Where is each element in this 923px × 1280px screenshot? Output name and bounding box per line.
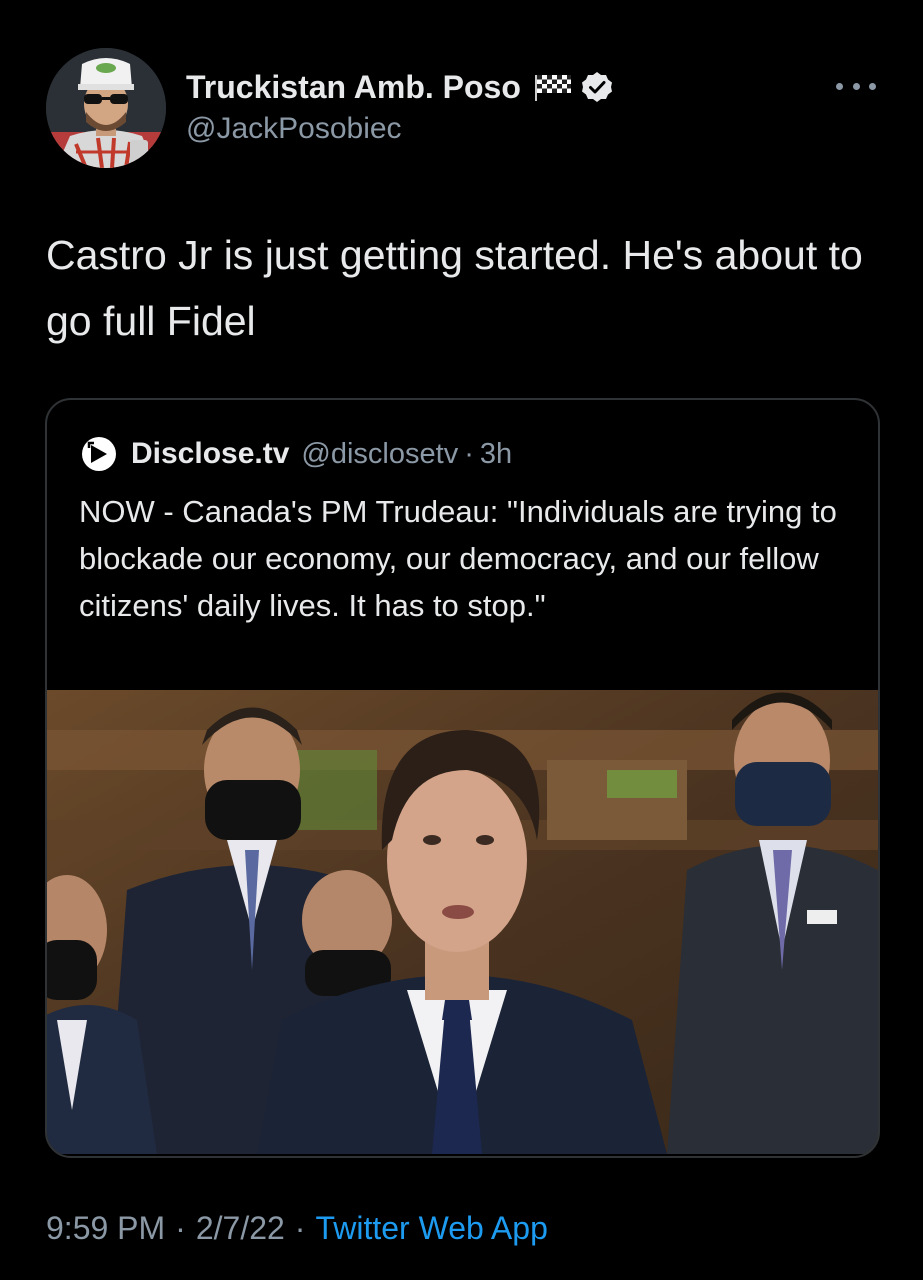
tweet-author: Truckistan Amb. Poso @JackPosobiec: [186, 64, 613, 146]
tweet-date[interactable]: 2/7/22: [196, 1210, 285, 1247]
tweet-text: Castro Jr is just getting started. He's …: [46, 232, 863, 344]
tweet-footer: 9:59 PM · 2/7/22 · Twitter Web App: [46, 1210, 548, 1247]
author-handle[interactable]: @JackPosobiec: [186, 112, 613, 146]
more-options-icon[interactable]: [836, 74, 876, 98]
quoted-display-name[interactable]: Disclose.tv: [131, 437, 289, 471]
quoted-tweet[interactable]: Disclose.tv @disclosetv · 3h NOW - Canad…: [45, 398, 880, 1158]
verified-badge-icon: [581, 72, 612, 102]
disclose-tv-logo-icon: [82, 437, 116, 471]
more-dot: [836, 82, 843, 90]
tweet-time[interactable]: 9:59 PM: [46, 1210, 165, 1247]
avatar-image: [46, 48, 166, 168]
checkered-flag-icon: [534, 75, 571, 101]
quoted-handle[interactable]: @disclosetv: [301, 438, 458, 471]
footer-separator: ·: [175, 1210, 186, 1246]
footer-separator: ·: [294, 1210, 306, 1246]
quoted-tweet-media[interactable]: [47, 690, 878, 1154]
more-dot: [869, 82, 876, 90]
more-dot: [852, 82, 860, 90]
author-display-name[interactable]: Truckistan Amb. Poso: [186, 69, 521, 106]
quoted-tweet-header: Disclose.tv @disclosetv · 3h: [81, 434, 512, 474]
quoted-separator: ·: [464, 437, 474, 470]
quoted-timestamp[interactable]: 3h: [480, 438, 512, 471]
source-app-link[interactable]: Twitter Web App: [315, 1210, 547, 1247]
avatar[interactable]: [46, 48, 166, 168]
author-name-row: Truckistan Amb. Poso: [186, 64, 613, 110]
quoted-tweet-text: NOW - Canada's PM Trudeau: "Individuals …: [79, 494, 837, 623]
